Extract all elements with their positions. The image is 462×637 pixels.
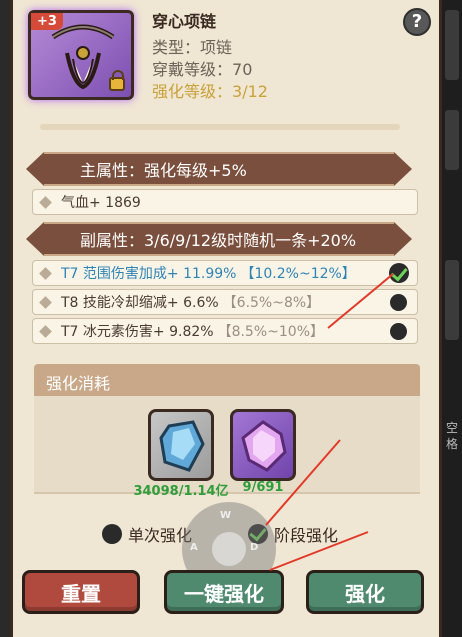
lock-icon[interactable]: [109, 70, 125, 91]
sub-stat-row[interactable]: T7 冰元素伤害+ 9.82% 【8.5%~10%】: [32, 318, 418, 344]
joystick-key-d: D: [250, 542, 259, 553]
enhance-button[interactable]: 强化: [306, 570, 424, 614]
sub-stat-text: T7 范围伤害加成+ 11.99%: [61, 266, 237, 282]
main-stat-text: 气血+ 1869: [61, 195, 141, 211]
sub-stat-range: 【6.5%~8%】: [222, 295, 321, 311]
joystick-key-a: A: [190, 542, 198, 553]
side-strip-bar: [445, 260, 459, 340]
item-req-value: 70: [232, 60, 253, 79]
unselected-dot-icon[interactable]: [390, 294, 407, 311]
material-count: 34098/1.14亿: [133, 484, 229, 499]
check-selected-icon[interactable]: [389, 263, 409, 283]
sub-stat-text: T7 冰元素伤害+ 9.82%: [61, 324, 214, 340]
diamond-bullet-icon: [39, 296, 52, 309]
radio-off-icon: [102, 524, 122, 544]
item-enh-value: 3/12: [232, 82, 268, 101]
item-type-value: 项链: [200, 38, 233, 57]
item-req-row: 穿戴等级：70: [152, 56, 252, 80]
single-enhance-radio[interactable]: 单次强化: [102, 522, 192, 546]
main-attr-banner: 主属性：强化每级+5%: [26, 152, 412, 186]
blue-crystal-icon: [159, 420, 205, 472]
sub-stat-text: T8 技能冷却缩减+ 6.6%: [61, 295, 219, 311]
diamond-bullet-icon: [39, 267, 52, 280]
side-strip-bar: [445, 110, 459, 170]
item-enh-row: 强化等级：3/12: [152, 78, 268, 102]
joystick-knob[interactable]: [212, 532, 246, 566]
item-req-label: 穿戴等级：: [152, 60, 233, 79]
material-slot-purple[interactable]: [230, 409, 296, 481]
side-glyph: 空格: [445, 421, 458, 451]
sub-attr-banner: 副属性：3/6/9/12级时随机一条+20%: [26, 222, 412, 256]
material-count: 9/691: [242, 480, 284, 495]
sub-stat-range: 【10.2%~12%】: [240, 266, 356, 282]
item-icon-card[interactable]: +3: [28, 10, 134, 100]
side-strip-bar: [445, 10, 459, 80]
sub-stat-row[interactable]: T7 范围伤害加成+ 11.99% 【10.2%~12%】: [32, 260, 418, 286]
help-button[interactable]: ?: [403, 8, 431, 36]
sub-stat-row[interactable]: T8 技能冷却缩减+ 6.6% 【6.5%~8%】: [32, 289, 418, 315]
one-key-enhance-button[interactable]: 一键强化: [164, 570, 284, 614]
item-type-label: 类型：: [152, 38, 201, 57]
diamond-bullet-icon: [39, 325, 52, 338]
item-enh-label: 强化等级：: [152, 82, 233, 101]
cost-header: 强化消耗: [34, 364, 420, 396]
stage-enhance-label: 阶段强化: [274, 526, 339, 545]
purple-crystal-icon: [241, 420, 287, 472]
divider: [40, 124, 400, 130]
sub-stat-range: 【8.5%~10%】: [217, 324, 324, 340]
unselected-dot-icon[interactable]: [390, 323, 407, 340]
item-name: 穿心项链: [152, 12, 217, 31]
item-type-row: 类型：项链: [152, 34, 232, 58]
joystick-key-w: W: [220, 510, 232, 521]
reset-button[interactable]: 重置: [22, 570, 140, 614]
diamond-bullet-icon: [39, 196, 52, 209]
material-slot-blue[interactable]: [148, 409, 214, 481]
main-stat-row: 气血+ 1869: [32, 189, 418, 215]
side-scroll-strip: 空格: [442, 0, 462, 637]
